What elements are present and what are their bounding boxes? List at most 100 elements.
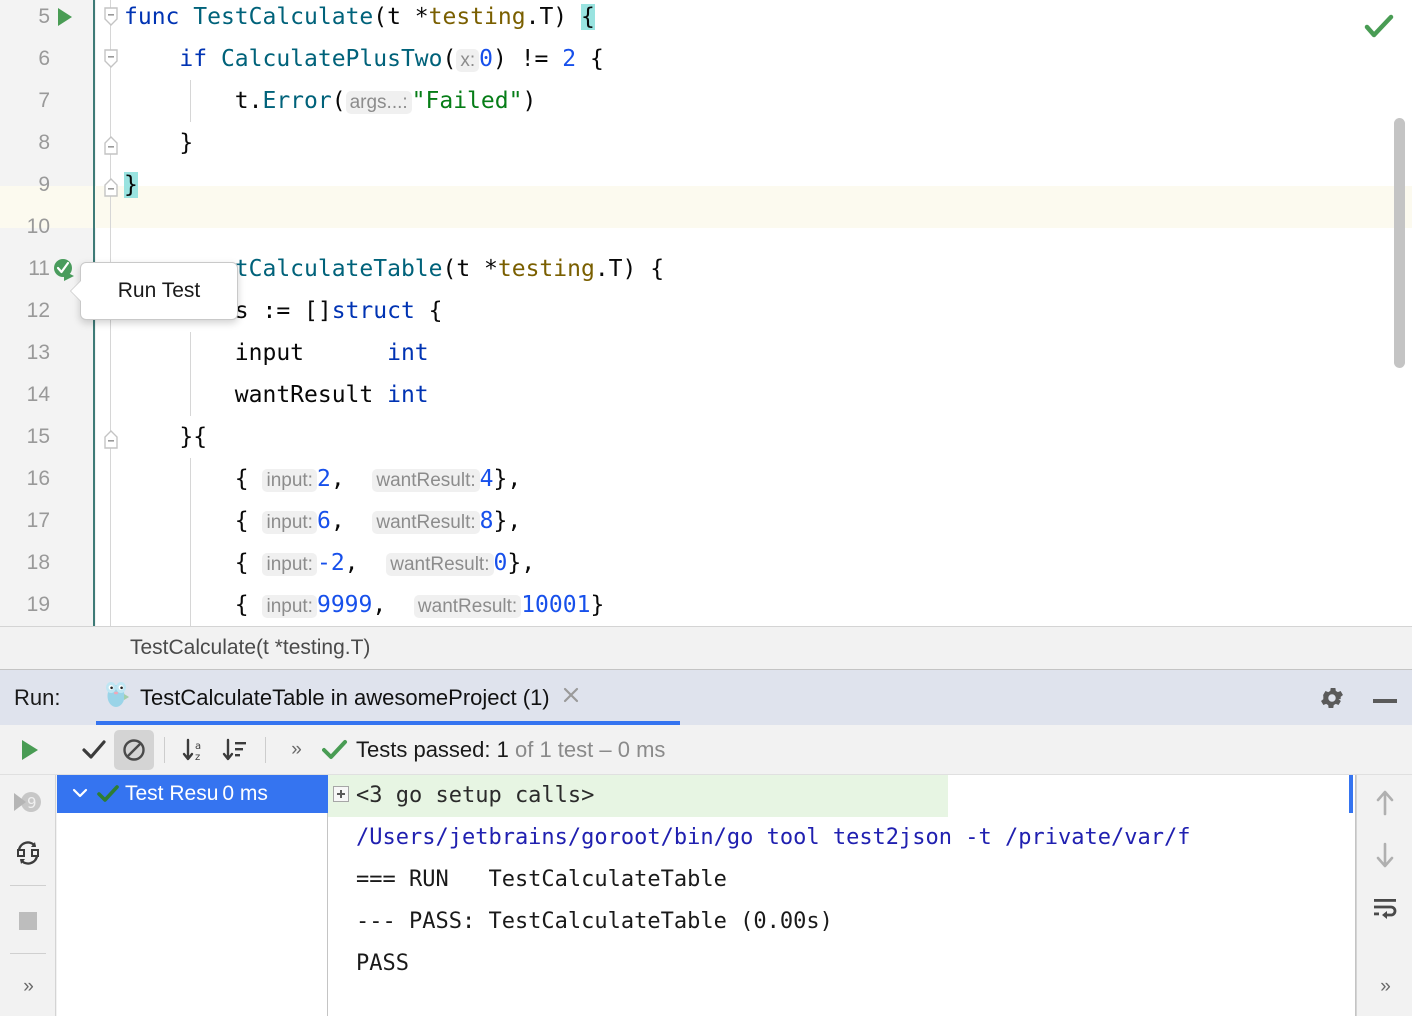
test-runner-toolbar[interactable]: a z » Tests passed: 1 of 1 test – 0 ms	[0, 725, 1412, 775]
console-line[interactable]: /Users/jetbrains/goroot/bin/go tool test…	[328, 817, 1356, 859]
code-line-8[interactable]: 8 }	[0, 122, 1412, 164]
line-source: { input:9999, wantResult:10001}	[124, 584, 604, 626]
run-label: Run:	[14, 685, 60, 711]
line-number: 18	[0, 542, 50, 584]
line-number: 13	[0, 332, 50, 374]
stop-button[interactable]	[8, 901, 48, 941]
toggle-auto-test-button[interactable]	[8, 833, 48, 873]
code-line-19[interactable]: 19 { input:9999, wantResult:10001}	[0, 584, 1412, 626]
code-line-5[interactable]: 5 func TestCalculate(t *testing.T) {	[0, 0, 1412, 38]
side-toolbar-divider-2	[10, 953, 46, 954]
code-line-9[interactable]: 9}	[0, 164, 1412, 206]
show-ignored-tests-button[interactable]	[114, 730, 154, 770]
test-output-console[interactable]: <3 go setup calls>/Users/jetbrains/goroo…	[328, 775, 1356, 1016]
console-line: === RUN TestCalculateTable	[328, 859, 1356, 901]
fold-marker-8[interactable]	[103, 133, 119, 153]
indent-guide	[190, 500, 191, 542]
line-number: 9	[0, 164, 50, 206]
rerun-failed-tests-button[interactable]: 9	[8, 783, 48, 823]
test-tree-root-row[interactable]: Test Resu 0 ms	[57, 775, 328, 813]
go-gopher-icon	[104, 680, 130, 715]
code-line-16[interactable]: 16 { input:2, wantResult:4},	[0, 458, 1412, 500]
test-tree-duration: 0 ms	[222, 782, 268, 806]
sort-alphabetically-button[interactable]: a z	[175, 730, 215, 770]
line-source: wantResult int	[124, 374, 429, 416]
line-number: 19	[0, 584, 50, 626]
breadcrumb[interactable]: TestCalculate(t *testing.T)	[0, 626, 1412, 670]
fold-marker-6[interactable]	[103, 49, 119, 69]
test-runner-side-toolbar[interactable]: 9 »	[0, 775, 56, 1016]
fold-marker-15[interactable]	[103, 427, 119, 447]
previous-occurrence-button[interactable]	[1365, 783, 1405, 823]
rerun-button[interactable]	[10, 730, 50, 770]
close-icon[interactable]	[560, 684, 582, 711]
editor-vertical-scrollbar[interactable]	[1394, 118, 1405, 368]
code-line-17[interactable]: 17 { input:6, wantResult:8},	[0, 500, 1412, 542]
line-source: func TestCalculate(t *testing.T) {	[124, 0, 595, 38]
status-count: 1	[497, 737, 509, 762]
green-check-icon	[97, 785, 119, 803]
indent-guide	[190, 80, 191, 122]
fold-marker-9[interactable]	[103, 175, 119, 195]
fold-marker-5[interactable]	[103, 7, 119, 27]
run-tool-window[interactable]: Run: TestCalculateTable in awesomeProjec…	[0, 670, 1412, 1016]
gear-icon[interactable]	[1318, 684, 1346, 717]
minimize-icon[interactable]	[1372, 692, 1398, 710]
chevrons-right-icon: »	[291, 739, 301, 761]
line-number: 7	[0, 80, 50, 122]
line-number: 15	[0, 416, 50, 458]
tooltip-label: Run Test	[118, 279, 201, 303]
status-suffix: of 1 test – 0 ms	[509, 737, 666, 762]
test-results-tree[interactable]: Test Resu 0 ms	[57, 775, 328, 1016]
code-line-6[interactable]: 6 if CalculatePlusTwo(x:0) != 2 {	[0, 38, 1412, 80]
more-actions-button[interactable]: »	[276, 730, 316, 770]
code-editor[interactable]: 5 func TestCalculate(t *testing.T) {6 if …	[0, 0, 1412, 626]
code-line-15[interactable]: 15 }{	[0, 416, 1412, 458]
green-check-icon	[322, 739, 348, 761]
show-passed-tests-button[interactable]	[74, 730, 114, 770]
line-number: 11	[0, 248, 50, 290]
code-line-10[interactable]: 10	[0, 206, 1412, 248]
line-source: }{	[124, 416, 207, 458]
indent-guide	[190, 332, 191, 374]
indent-guide	[190, 458, 191, 500]
sort-by-duration-button[interactable]	[215, 730, 255, 770]
run-tool-window-header: Run: TestCalculateTable in awesomeProjec…	[0, 670, 1412, 725]
toolbar-divider	[164, 737, 165, 763]
code-line-14[interactable]: 14 wantResult int	[0, 374, 1412, 416]
run-configuration-tab[interactable]: TestCalculateTable in awesomeProject (1)	[96, 670, 594, 725]
line-number: 12	[0, 290, 50, 332]
code-line-7[interactable]: 7 t.Error(args...:"Failed")	[0, 80, 1412, 122]
line-source: t.Error(args...:"Failed")	[124, 80, 536, 124]
console-line-text: PASS	[356, 951, 409, 976]
indent-guide	[190, 584, 191, 626]
side-toolbar-divider	[10, 885, 46, 886]
console-line-text: /Users/jetbrains/goroot/bin/go tool test…	[356, 825, 1190, 850]
code-line-18[interactable]: 18 { input:-2, wantResult:0},	[0, 542, 1412, 584]
breadcrumb-item[interactable]: TestCalculate(t *testing.T)	[130, 636, 370, 660]
line-number: 10	[0, 206, 50, 248]
status-prefix: Tests passed:	[356, 737, 497, 762]
expand-side-toolbar-button[interactable]: »	[8, 967, 48, 1007]
soft-wrap-button[interactable]	[1365, 887, 1405, 927]
expand-console-toolbar-button[interactable]: »	[1365, 967, 1405, 1007]
code-line-13[interactable]: 13 input int	[0, 332, 1412, 374]
line-source: { input:-2, wantResult:0},	[124, 542, 535, 586]
line-source: }	[124, 164, 138, 206]
console-side-toolbar[interactable]: »	[1356, 775, 1412, 1016]
run-tab-title: TestCalculateTable in awesomeProject (1)	[140, 685, 550, 711]
run-test-tooltip: Run Test	[80, 262, 238, 320]
gutter-run-icon[interactable]	[58, 8, 72, 26]
inspection-status-icon[interactable]	[1364, 14, 1394, 45]
test-status-text: Tests passed: 1 of 1 test – 0 ms	[356, 737, 665, 763]
next-occurrence-button[interactable]	[1365, 835, 1405, 875]
line-number: 16	[0, 458, 50, 500]
svg-text:9: 9	[27, 794, 37, 812]
svg-text:z: z	[195, 752, 200, 763]
line-source: { input:2, wantResult:4},	[124, 458, 521, 502]
chevron-down-icon[interactable]	[71, 782, 89, 806]
expand-fold-icon[interactable]	[333, 786, 349, 802]
console-line-text: === RUN TestCalculateTable	[356, 867, 727, 892]
line-number: 5	[0, 0, 50, 38]
line-source: if CalculatePlusTwo(x:0) != 2 {	[124, 38, 604, 82]
